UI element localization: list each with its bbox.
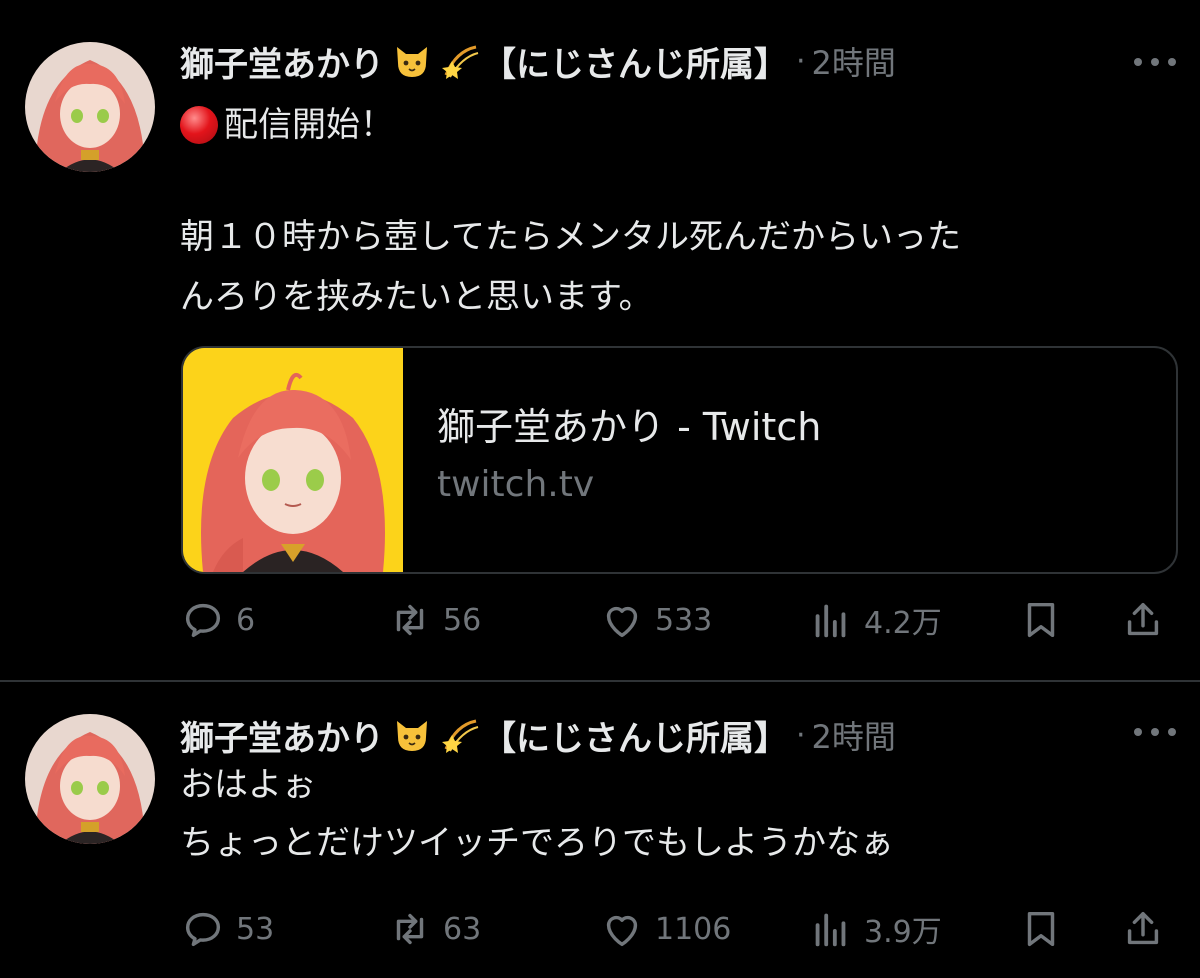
retweet-button[interactable]: 63 [387, 904, 481, 954]
like-icon [606, 915, 638, 947]
avatar[interactable] [25, 42, 155, 172]
tweet-header: 獅子堂あかり 【にじさんじ所属】 · 2時間 [180, 710, 896, 760]
share-icon [1127, 602, 1159, 636]
avatar-image [25, 42, 155, 172]
share-icon [1127, 911, 1159, 945]
avatar-image [25, 714, 155, 844]
views-icon [815, 604, 846, 638]
action-bar: 6 56 533 4.2万 [180, 595, 1180, 645]
like-icon [606, 606, 638, 638]
retweet-icon [396, 604, 424, 636]
separator: · [796, 43, 806, 79]
bookmark-button[interactable] [1018, 595, 1064, 645]
share-button[interactable] [1120, 904, 1166, 954]
tweet-text: おはよぉ [180, 765, 316, 805]
views-button[interactable]: 3.9万 [808, 904, 942, 954]
link-card[interactable]: 獅子堂あかり - Twitch twitch.tv [181, 346, 1178, 574]
retweet-button[interactable]: 56 [387, 595, 481, 645]
like-count: 533 [655, 602, 713, 638]
reply-icon [185, 912, 221, 947]
retweet-count: 63 [443, 911, 482, 947]
share-button[interactable] [1120, 595, 1166, 645]
more-options-icon[interactable] [1134, 52, 1176, 72]
views-button[interactable]: 4.2万 [808, 595, 942, 645]
tweet-text-line: 配信開始！ [180, 94, 394, 156]
retweet-count: 56 [443, 602, 482, 638]
retweet-icon [396, 913, 424, 945]
like-count: 1106 [655, 911, 732, 947]
like-button[interactable]: 1106 [599, 904, 731, 954]
views-icon [815, 913, 846, 947]
tweet-text: 配信開始！ [224, 105, 394, 145]
tweet-text: 朝１０時から壺してたらメンタル死んだからいった [180, 217, 961, 257]
reply-icon [185, 603, 221, 638]
action-bar: 53 63 1106 3.9万 [180, 904, 1180, 954]
author-name[interactable]: 獅子堂あかり [180, 37, 384, 86]
reply-button[interactable]: 53 [180, 904, 274, 954]
bookmark-button[interactable] [1018, 904, 1064, 954]
reply-count: 53 [236, 911, 275, 947]
affiliation-tag: 【にじさんじ所属】 [482, 44, 788, 85]
tweet-text: んろりを挟みたいと思います。 [180, 277, 653, 317]
bookmark-icon [1027, 911, 1055, 947]
cat-face-icon [392, 41, 432, 81]
tweet-2[interactable]: 獅子堂あかり 【にじさんじ所属】 · 2時間 おはよぉ ちょっとだけツイッチでろ… [0, 682, 1200, 978]
view-count: 3.9万 [864, 915, 942, 950]
like-button[interactable]: 533 [599, 595, 712, 645]
cat-face-icon [392, 715, 432, 755]
dizzy-star-icon [440, 715, 480, 755]
dizzy-star-icon [440, 41, 480, 81]
tweet-text: ちょっとだけツイッチでろりでもしようかなぁ [180, 823, 894, 863]
card-thumbnail [183, 348, 403, 572]
card-title: 獅子堂あかり - Twitch [437, 405, 822, 449]
separator: · [796, 717, 806, 753]
author-name[interactable]: 獅子堂あかり [180, 711, 384, 760]
timestamp[interactable]: 2時間 [812, 38, 896, 84]
reply-count: 6 [236, 602, 256, 638]
avatar[interactable] [25, 714, 155, 844]
more-options-icon[interactable] [1134, 722, 1176, 742]
view-count: 4.2万 [864, 606, 942, 641]
card-domain: twitch.tv [437, 464, 595, 505]
reply-button[interactable]: 6 [180, 595, 255, 645]
red-circle-icon [180, 106, 218, 144]
tweet-header: 獅子堂あかり 【にじさんじ所属】 · 2時間 [180, 36, 896, 86]
timestamp[interactable]: 2時間 [812, 712, 896, 758]
tweet-1[interactable]: 獅子堂あかり 【にじさんじ所属】 · 2時間 配信開始！ 朝１０時から壺してたら… [0, 0, 1200, 680]
bookmark-icon [1027, 602, 1055, 638]
affiliation-tag: 【にじさんじ所属】 [482, 718, 788, 759]
